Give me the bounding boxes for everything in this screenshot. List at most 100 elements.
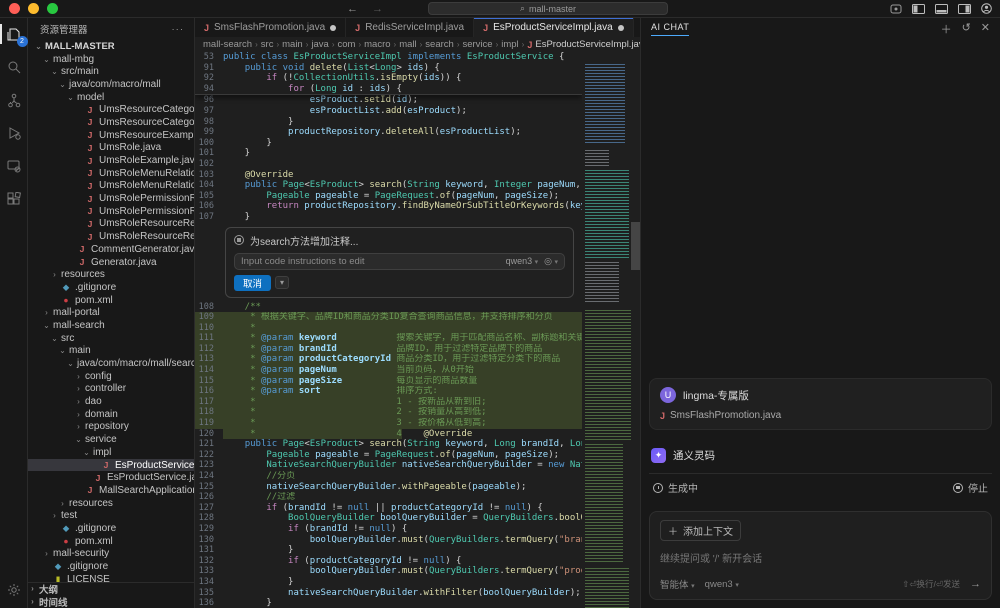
tree-item-java-com-macro-mall[interactable]: ⌄java/com/macro/mall [28, 78, 194, 91]
nav-forward-icon[interactable]: → [372, 3, 383, 15]
chat-input-placeholder: 继续提问或 '/' 新开会话 [660, 550, 981, 565]
tree-item-license[interactable]: ▮LICENSE [28, 573, 194, 582]
close-window-button[interactable] [9, 3, 20, 14]
tree-item-umsroleresourcerelationexample-j-[interactable]: JUmsRoleResourceRelationExample.j... [28, 230, 194, 243]
close-panel-icon[interactable]: ✕ [981, 21, 990, 37]
tree-item-controller[interactable]: ›controller [28, 383, 194, 396]
add-context-button[interactable]: ＋ 添加上下文 [660, 520, 741, 541]
tree-item-umsroleexample-java[interactable]: JUmsRoleExample.java [28, 154, 194, 167]
breadcrumb-item[interactable]: com [338, 39, 356, 50]
tree-item-esproductserviceimpl-java[interactable]: JEsProductServiceImpl.java [28, 459, 194, 472]
context-file-chip[interactable]: J SmsFlashPromotion.java [660, 410, 981, 421]
scrollbar-thumb[interactable] [631, 222, 640, 270]
tree-item-umsresourcecategoryexample-java[interactable]: JUmsResourceCategoryExample.java [28, 116, 194, 129]
agent-select[interactable]: 智能体 ▾ [660, 577, 695, 591]
send-icon[interactable]: → [970, 578, 981, 590]
toggle-primary-sidebar-icon[interactable] [912, 4, 925, 14]
tree-item-commentgenerator-java[interactable]: JCommentGenerator.java [28, 243, 194, 256]
cancel-dropdown-icon[interactable]: ▾ [275, 276, 289, 289]
settings-gear-icon[interactable] [4, 580, 24, 600]
tree-item-umsrolepermissionrelation-java[interactable]: JUmsRolePermissionRelation.java [28, 192, 194, 205]
breadcrumb-item[interactable]: java [311, 39, 328, 50]
code-line: 113 * @param productCategoryId 商品分类ID，用于… [195, 354, 582, 365]
cancel-button[interactable]: 取消 [234, 275, 271, 291]
model-select[interactable]: qwen3 ▾ [705, 579, 739, 590]
tree-item-model[interactable]: ⌄model [28, 91, 194, 104]
tree-item-config[interactable]: ›config [28, 370, 194, 383]
minimap[interactable] [582, 52, 640, 608]
tree-item-mall-portal[interactable]: ›mall-portal [28, 306, 194, 319]
toggle-panel-icon[interactable] [935, 4, 948, 14]
breadcrumb-item[interactable]: mall [399, 39, 416, 50]
tree-item-umsrolemenurelation-java[interactable]: JUmsRoleMenuRelation.java [28, 167, 194, 180]
extensions-icon[interactable] [4, 189, 24, 209]
tree-item-src[interactable]: ⌄src [28, 332, 194, 345]
search-sidebar-icon[interactable] [4, 57, 24, 77]
breadcrumb-item[interactable]: main [282, 39, 303, 50]
new-chat-icon[interactable]: ＋ [941, 21, 952, 37]
explorer-icon[interactable]: 2 [4, 24, 24, 44]
tab-ai-chat[interactable]: AI CHAT [651, 22, 689, 36]
remote-explorer-icon[interactable] [4, 156, 24, 176]
tree-item--gitignore[interactable]: ◆.gitignore [28, 560, 194, 573]
tree-item-dao[interactable]: ›dao [28, 395, 194, 408]
chat-input-card[interactable]: ＋ 添加上下文 继续提问或 '/' 新开会话 智能体 ▾ qwen3 ▾ ⇧⏎换… [649, 511, 992, 600]
tree-item-mall-security[interactable]: ›mall-security [28, 548, 194, 561]
tree-item-umsrolemenurelationexample-java[interactable]: JUmsRoleMenuRelationExample.java [28, 180, 194, 193]
tree-item-service[interactable]: ⌄service [28, 433, 194, 446]
breadcrumb-item[interactable]: impl [501, 39, 518, 50]
run-debug-icon[interactable] [4, 123, 24, 143]
editor-tab-SmsFlashPromotion.java[interactable]: JSmsFlashPromotion.java [195, 18, 346, 37]
maximize-window-button[interactable] [47, 3, 58, 14]
tree-item--gitignore[interactable]: ◆.gitignore [28, 522, 194, 535]
inline-settings-icon[interactable]: ◎ ▾ [544, 256, 558, 267]
stop-generating-icon[interactable] [234, 235, 244, 245]
tree-item-mall-search[interactable]: ⌄mall-search [28, 319, 194, 332]
breadcrumb-item[interactable]: macro [364, 39, 390, 50]
tree-item-domain[interactable]: ›domain [28, 408, 194, 421]
tree-item-resources[interactable]: ›resources [28, 497, 194, 510]
breadcrumb-file[interactable]: EsProductServiceImpl.java [535, 39, 640, 50]
account-icon[interactable] [981, 3, 992, 14]
stop-button[interactable]: 停止 [953, 480, 988, 495]
tree-item-umsresourceexample-java[interactable]: JUmsResourceExample.java [28, 129, 194, 142]
tree-item-impl[interactable]: ⌄impl [28, 446, 194, 459]
breadcrumb-item[interactable]: mall-search [203, 39, 252, 50]
editor-tab-RedisServiceImpl.java[interactable]: JRedisServiceImpl.java [346, 18, 474, 37]
sidebar-section-时间线[interactable]: ›时间线 [28, 595, 194, 608]
breadcrumb-item[interactable]: search [425, 39, 454, 50]
tree-item-umsresourcecategory-java[interactable]: JUmsResourceCategory.java [28, 103, 194, 116]
nav-back-icon[interactable]: ← [347, 3, 358, 15]
tree-item-resources[interactable]: ›resources [28, 268, 194, 281]
tree-item-esproductservice-java[interactable]: JEsProductService.java [28, 471, 194, 484]
tree-item-pom-xml[interactable]: ●pom.xml [28, 535, 194, 548]
tree-item-mallsearchapplication-java[interactable]: JMallSearchApplication.java [28, 484, 194, 497]
minimize-window-button[interactable] [28, 3, 39, 14]
command-center-search[interactable]: ⌕ mall-master [428, 2, 668, 15]
source-control-icon[interactable] [4, 90, 24, 110]
editor-tab-EsProductServiceImpl.java[interactable]: JEsProductServiceImpl.java [474, 18, 634, 37]
tree-item-src-main[interactable]: ⌄src/main [28, 65, 194, 78]
breadcrumb-item[interactable]: src [261, 39, 274, 50]
explorer-more-actions-icon[interactable]: ··· [172, 24, 185, 35]
inline-model-select[interactable]: qwen3 ▾ [506, 256, 539, 266]
tree-item-java-com-macro-mall-search[interactable]: ⌄java/com/macro/mall/search [28, 357, 194, 370]
tree-item-umsrole-java[interactable]: JUmsRole.java [28, 142, 194, 155]
code-line: 94 for (Long id : ids) { [195, 84, 582, 95]
tree-item--gitignore[interactable]: ◆.gitignore [28, 281, 194, 294]
tree-item-umsrolepermissionrelationexample-[interactable]: JUmsRolePermissionRelationExample... [28, 205, 194, 218]
sidebar-section-大纲[interactable]: ›大纲 [28, 583, 194, 596]
tree-item-umsroleresourcerelation-java[interactable]: JUmsRoleResourceRelation.java [28, 218, 194, 231]
toggle-secondary-sidebar-icon[interactable] [958, 4, 971, 14]
tree-item-test[interactable]: ›test [28, 509, 194, 522]
tree-item-repository[interactable]: ›repository [28, 421, 194, 434]
history-icon[interactable]: ↺ [962, 21, 971, 37]
tree-item-mall-master[interactable]: ⌄MALL-MASTER [28, 40, 194, 53]
tree-item-pom-xml[interactable]: ●pom.xml [28, 294, 194, 307]
tree-item-mall-mbg[interactable]: ⌄mall-mbg [28, 53, 194, 66]
breadcrumb-item[interactable]: service [462, 39, 492, 50]
tree-item-generator-java[interactable]: JGenerator.java [28, 256, 194, 269]
inline-chat-input[interactable]: Input code instructions to edit qwen3 ▾ … [234, 253, 565, 270]
code-editor[interactable]: 53public class EsProductServiceImpl impl… [195, 52, 640, 608]
tree-item-main[interactable]: ⌄main [28, 345, 194, 358]
